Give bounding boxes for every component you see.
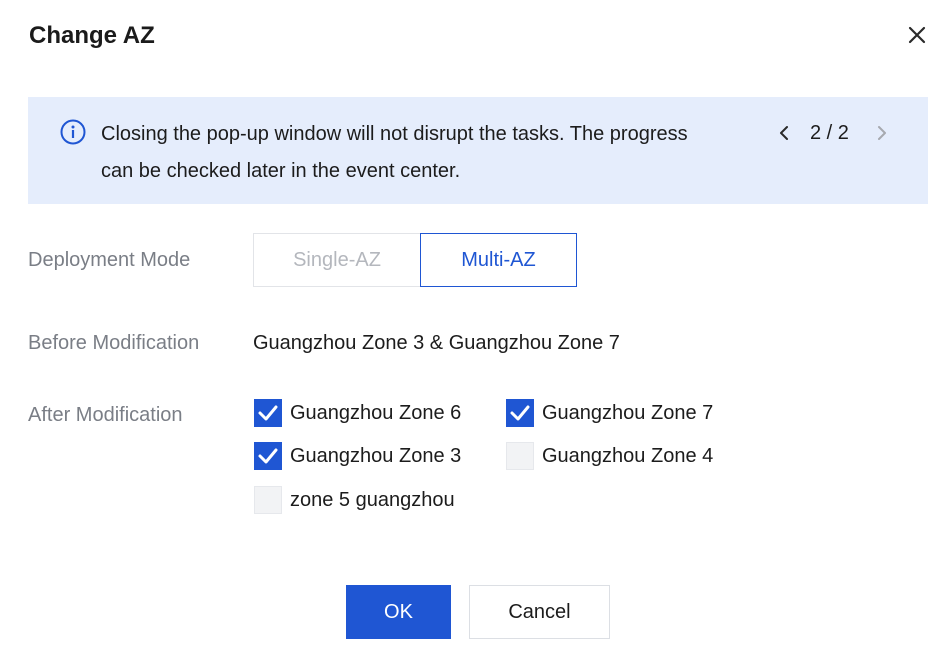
zone-checkbox-guangzhou-6[interactable]: Guangzhou Zone 6	[254, 399, 461, 427]
after-modification-label: After Modification	[28, 404, 183, 426]
zone-label: Guangzhou Zone 3	[290, 445, 462, 467]
close-icon[interactable]	[904, 22, 930, 48]
banner-message: Closing the pop-up window will not disru…	[101, 123, 688, 182]
multi-az-option[interactable]: Multi-AZ	[420, 233, 577, 287]
ok-button[interactable]: OK	[346, 585, 451, 639]
checkbox-unchecked[interactable]	[506, 442, 534, 470]
zone-label: Guangzhou Zone 6	[290, 402, 462, 424]
single-az-option[interactable]: Single-AZ	[253, 233, 421, 287]
zone-checkbox-guangzhou-4[interactable]: Guangzhou Zone 4	[506, 442, 713, 470]
cancel-button[interactable]: Cancel	[469, 585, 610, 639]
deployment-mode-label: Deployment Mode	[28, 249, 191, 271]
dialog-title: Change AZ	[29, 22, 155, 49]
info-icon	[60, 119, 86, 145]
zone-checkbox-guangzhou-7[interactable]: Guangzhou Zone 7	[506, 399, 713, 427]
banner-pager: 2 / 2	[810, 122, 849, 144]
info-banner: Closing the pop-up window will not disru…	[28, 97, 928, 204]
checkbox-unchecked[interactable]	[254, 486, 282, 514]
zone-label: zone 5 guangzhou	[290, 489, 455, 511]
zone-checkbox-zone-5[interactable]: zone 5 guangzhou	[254, 486, 455, 514]
checkbox-checked[interactable]	[254, 442, 282, 470]
checkbox-checked[interactable]	[254, 399, 282, 427]
checkbox-checked[interactable]	[506, 399, 534, 427]
chevron-right-icon[interactable]	[872, 123, 892, 143]
before-modification-label: Before Modification	[28, 332, 200, 354]
change-az-dialog: Change AZ Closing the pop-up window will…	[0, 0, 950, 654]
before-modification-value: Guangzhou Zone 3 & Guangzhou Zone 7	[253, 332, 620, 354]
zone-checkbox-guangzhou-3[interactable]: Guangzhou Zone 3	[254, 442, 461, 470]
zone-label: Guangzhou Zone 4	[542, 445, 714, 467]
zone-label: Guangzhou Zone 7	[542, 402, 714, 424]
chevron-left-icon[interactable]	[774, 123, 794, 143]
